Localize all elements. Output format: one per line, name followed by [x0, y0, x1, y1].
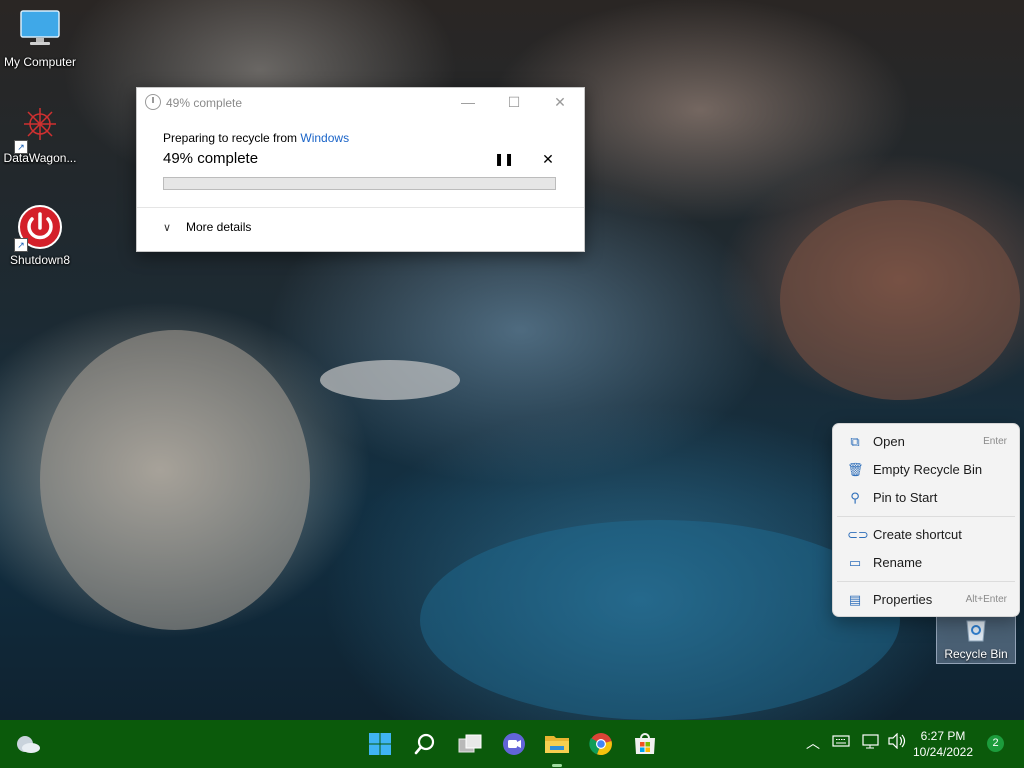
taskbar-clock[interactable]: 6:27 PM 10/24/2022	[912, 728, 974, 760]
file-explorer-button[interactable]	[541, 728, 573, 760]
pause-button[interactable]: ❚❚	[494, 152, 514, 168]
progress-clock-icon	[145, 94, 161, 110]
close-button[interactable]: ✕	[545, 92, 575, 112]
chat-button[interactable]	[498, 728, 530, 760]
menu-item-label: Open	[873, 434, 905, 449]
datawagon-icon	[24, 108, 56, 140]
keyboard-glyph	[832, 735, 850, 747]
minimize-button[interactable]: —	[453, 92, 483, 112]
menu-item-label: Empty Recycle Bin	[873, 462, 983, 477]
keyboard-icon[interactable]	[832, 734, 850, 751]
file-explorer-icon	[545, 736, 569, 753]
start-icon	[369, 733, 391, 755]
volume-icon[interactable]	[887, 732, 907, 752]
more-details-toggle[interactable]: ∨ More details	[163, 220, 251, 234]
recycle-progress-dialog: 49% complete — ☐ ✕ Preparing to recycle …	[136, 87, 585, 252]
chrome-icon	[589, 733, 612, 756]
menu-item-label: Pin to Start	[873, 490, 938, 505]
menu-separator	[837, 516, 1015, 517]
source-link[interactable]: Windows	[300, 131, 349, 145]
teams-chat-icon	[503, 733, 525, 755]
link-icon: ⊂⊃	[847, 527, 869, 542]
weather-cloud-icon	[17, 736, 40, 753]
recycle-bin-icon: 🗑	[847, 462, 864, 477]
menu-item-pin-to-start[interactable]: ⚲ Pin to Start	[837, 485, 1015, 511]
task-view-button[interactable]	[454, 728, 486, 760]
cancel-operation-button[interactable]: ✕	[540, 151, 556, 167]
more-details-label: More details	[186, 220, 252, 234]
desktop-icon-datawagon[interactable]: ↗ DataWagon...	[0, 104, 80, 165]
desktop-icon-recycle-bin[interactable]: Recycle Bin	[936, 612, 1016, 664]
progress-bar	[163, 177, 556, 190]
pin-icon: ⚲	[850, 490, 860, 505]
properties-icon: ▤	[848, 592, 862, 607]
preparing-label: Preparing to recycle from	[163, 131, 301, 145]
volume-glyph	[888, 732, 906, 750]
network-glyph	[862, 734, 879, 749]
desktop-icon-label: Shutdown8	[9, 253, 71, 267]
desktop-icon-label: Recycle Bin	[944, 647, 1008, 661]
menu-item-accelerator: Alt+Enter	[965, 594, 1007, 605]
recycle-bin-icon	[966, 620, 986, 642]
search-button[interactable]	[409, 728, 441, 760]
dialog-titlebar[interactable]: 49% complete — ☐ ✕	[137, 88, 584, 116]
desktop-icon-shutdown8[interactable]: ↗ Shutdown8	[0, 204, 80, 267]
task-view-icon	[458, 734, 482, 753]
clock-time: 6:27 PM	[920, 729, 966, 743]
preparing-text: Preparing to recycle from Windows	[163, 131, 349, 145]
monitor-icon	[20, 10, 60, 45]
start-button[interactable]	[364, 728, 396, 760]
menu-item-open[interactable]: ⧉ Open Enter	[837, 429, 1015, 455]
menu-item-create-shortcut[interactable]: ⊂⊃ Create shortcut	[837, 522, 1015, 548]
wallpaper-rock	[40, 330, 310, 630]
show-hidden-icons-chevron-up-icon[interactable]: ︿	[806, 733, 820, 753]
open-icon: ⧉	[850, 434, 860, 449]
shortcut-arrow-icon: ↗	[14, 140, 28, 154]
taskbar: ︿ 6:27 PM 10/24/2022 2	[0, 720, 1024, 768]
desktop-icon-label: DataWagon...	[3, 151, 77, 165]
clock-date: 10/24/2022	[912, 745, 974, 759]
dialog-title: 49% complete	[166, 96, 243, 110]
menu-item-label: Create shortcut	[873, 527, 962, 542]
wallpaper-rock	[780, 200, 1020, 400]
menu-item-properties[interactable]: ▤ Properties Alt+Enter	[837, 587, 1015, 613]
desktop-icon-label: My Computer	[3, 55, 77, 69]
menu-separator	[837, 581, 1015, 582]
percent-complete: 49% complete	[163, 150, 259, 167]
weather-widget[interactable]	[12, 728, 44, 760]
menu-item-rename[interactable]: ▭ Rename	[837, 550, 1015, 576]
wallpaper-water	[420, 520, 900, 720]
chrome-button[interactable]	[585, 728, 617, 760]
network-icon[interactable]	[862, 734, 882, 753]
desktop-icon-my-computer[interactable]: My Computer	[0, 8, 80, 69]
divider	[137, 207, 584, 208]
search-icon	[414, 733, 435, 755]
notification-badge[interactable]: 2	[987, 735, 1004, 752]
wallpaper-rock	[320, 360, 460, 400]
chevron-down-icon: ∨	[163, 222, 172, 234]
active-app-indicator	[552, 764, 562, 767]
store-button[interactable]	[629, 728, 661, 760]
rename-icon: ▭	[848, 555, 862, 570]
store-icon	[635, 733, 655, 754]
maximize-button[interactable]: ☐	[499, 92, 529, 112]
menu-item-empty-recycle-bin[interactable]: 🗑 Empty Recycle Bin	[837, 457, 1015, 483]
menu-item-accelerator: Enter	[983, 436, 1007, 447]
menu-item-label: Rename	[873, 555, 923, 570]
menu-item-label: Properties	[873, 592, 933, 607]
shortcut-arrow-icon: ↗	[14, 238, 28, 252]
context-menu: ⧉ Open Enter 🗑 Empty Recycle Bin ⚲ Pin t…	[832, 423, 1020, 617]
